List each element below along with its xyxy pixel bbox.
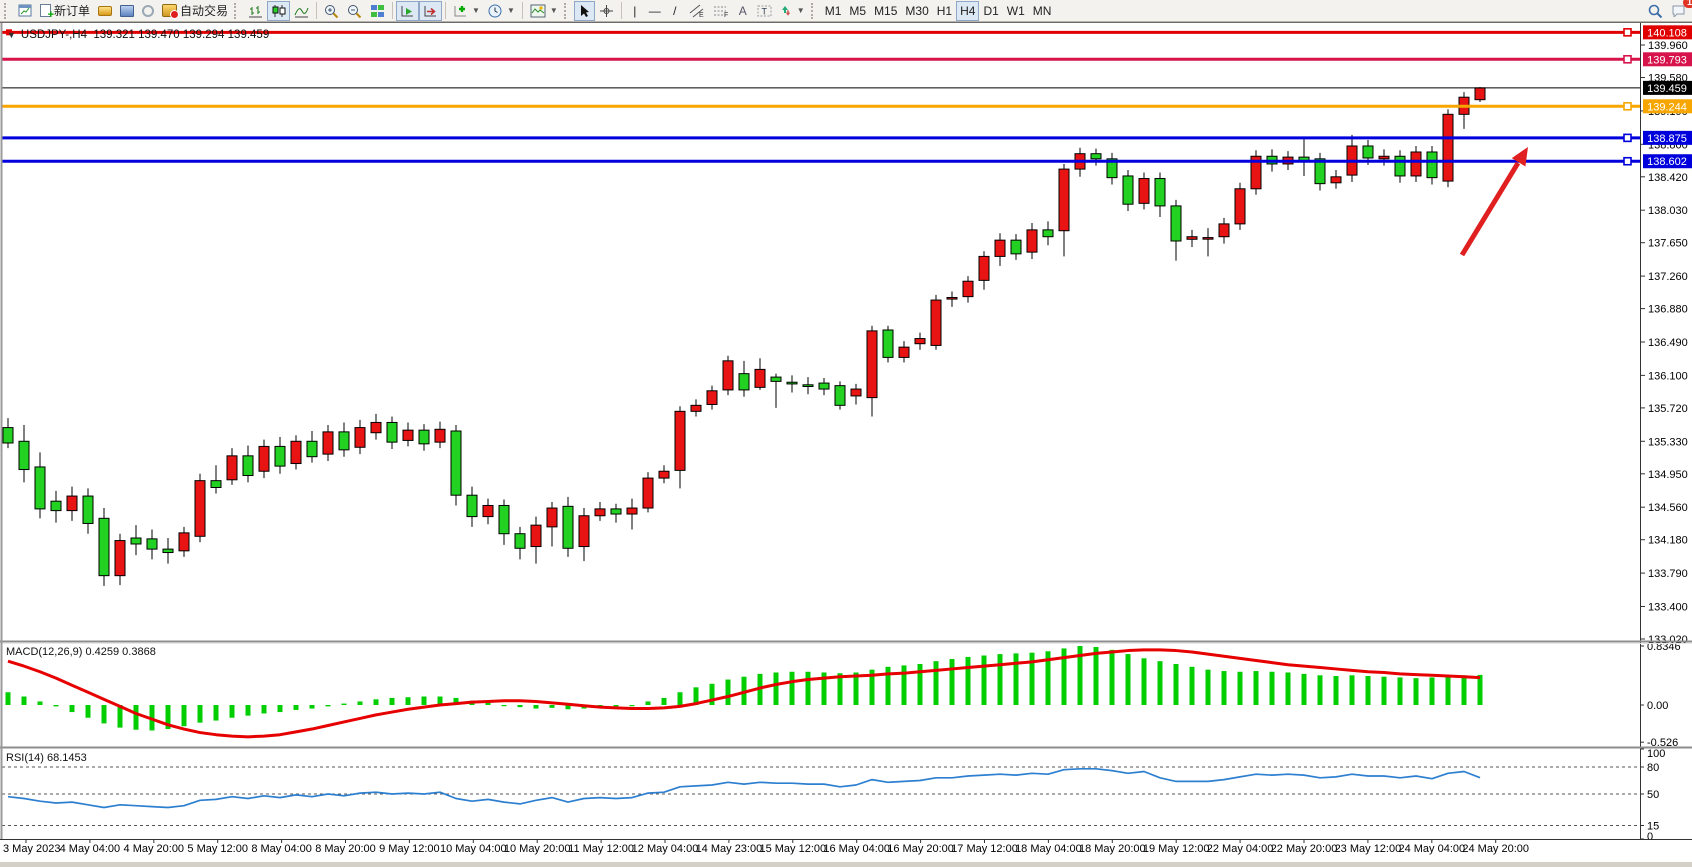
chart-shift-button[interactable] [419,1,442,21]
timeframe-h4-button[interactable]: H4 [956,1,979,21]
timeframe-d1-button[interactable]: D1 [979,1,1002,21]
chart-shift-icon [423,4,438,18]
horizontal-line-tool-button[interactable]: — [645,1,665,21]
timeframe-m1-button[interactable]: M1 [821,1,846,21]
trendline-icon: / [673,5,676,17]
text-label-icon: T [757,4,772,18]
cursor-icon [578,4,591,18]
zoom-out-button[interactable] [343,1,366,21]
zoom-out-icon [347,4,362,18]
toolbar-drag-handle[interactable] [4,3,10,19]
horizontal-line-icon: — [649,5,661,17]
vertical-line-tool-button[interactable]: | [625,1,645,21]
chevron-down-icon: ▼ [550,6,558,15]
channel-tool-button[interactable]: E [685,1,709,21]
fibonacci-icon: F [713,4,729,18]
crosshair-tool-button[interactable] [595,1,618,21]
market-watch-button[interactable] [94,1,116,21]
text-tool-button[interactable]: A [733,1,753,21]
search-button[interactable] [1644,1,1667,21]
template-button[interactable]: ▼ [526,1,562,21]
rsi-pane[interactable] [0,749,1640,839]
text-icon: A [739,5,747,17]
navigator-button[interactable] [116,1,138,21]
timeframe-m15-button[interactable]: M15 [870,1,901,21]
channel-icon: E [689,4,705,18]
chevron-down-icon: ▼ [507,6,515,15]
notification-count-badge: 1 [1683,0,1692,8]
navigator-icon [120,5,134,17]
time-axis[interactable] [0,839,1692,862]
bar-chart-button[interactable] [244,1,267,21]
signals-icon [142,5,154,17]
timeframe-h1-button[interactable]: H1 [933,1,956,21]
bar-chart-icon [248,4,263,18]
new-order-icon [40,4,51,17]
crosshair-icon [599,4,614,18]
svg-text:E: E [699,12,704,18]
main-price-pane[interactable] [0,23,1640,641]
autotrading-button[interactable]: 自动交易 [158,1,232,21]
notifications-button[interactable]: 1 [1667,1,1690,21]
tile-windows-icon [370,4,385,18]
new-order-button[interactable]: 新订单 [36,1,94,21]
toolbar: 新订单 自动交易 ▼ ▼ ▼ [0,0,1692,22]
timeframe-m5-button[interactable]: M5 [845,1,870,21]
toolbar-drag-handle[interactable] [234,3,240,19]
period-clock-button[interactable]: ▼ [484,1,519,21]
text-label-tool-button[interactable]: T [753,1,776,21]
price-axis[interactable] [1640,23,1692,839]
autotrading-icon [162,4,177,17]
chevron-down-icon: ▼ [797,6,805,15]
candlestick-icon [271,4,286,18]
new-order-label: 新订单 [54,2,90,19]
chevron-down-icon: ▼ [472,6,480,15]
chart-window[interactable]: 139.960139.580139.190138.800138.420138.0… [0,22,1692,861]
add-indicator-button[interactable]: ▼ [449,1,484,21]
search-icon [1648,4,1663,18]
autotrading-label: 自动交易 [180,2,228,19]
chart-window-button[interactable] [14,1,36,21]
trendline-tool-button[interactable]: / [665,1,685,21]
timeframe-m30-button[interactable]: M30 [901,1,932,21]
add-indicator-icon [453,4,468,18]
clock-icon [488,4,503,18]
toolbar-drag-handle[interactable] [564,3,570,19]
template-icon [530,4,546,18]
cursor-tool-button[interactable] [574,1,595,21]
auto-scroll-button[interactable] [396,1,419,21]
timeframe-mn-button[interactable]: MN [1029,1,1056,21]
zoom-in-icon [324,4,339,18]
line-chart-button[interactable] [290,1,313,21]
arrows-icon [780,4,793,18]
chart-window-icon [18,4,32,17]
fibonacci-tool-button[interactable]: F [709,1,733,21]
vertical-line-icon: | [633,5,636,17]
arrows-tool-button[interactable]: ▼ [776,1,809,21]
market-watch-icon [98,6,112,16]
svg-text:F: F [724,12,728,18]
svg-text:T: T [761,6,767,16]
toolbar-drag-handle[interactable] [811,3,817,19]
timeframe-w1-button[interactable]: W1 [1003,1,1029,21]
signals-button[interactable] [138,1,158,21]
candlestick-button[interactable] [267,1,290,21]
macd-pane[interactable] [0,644,1640,748]
line-chart-icon [294,4,309,18]
zoom-in-button[interactable] [320,1,343,21]
auto-scroll-icon [400,4,415,18]
tile-windows-button[interactable] [366,1,389,21]
